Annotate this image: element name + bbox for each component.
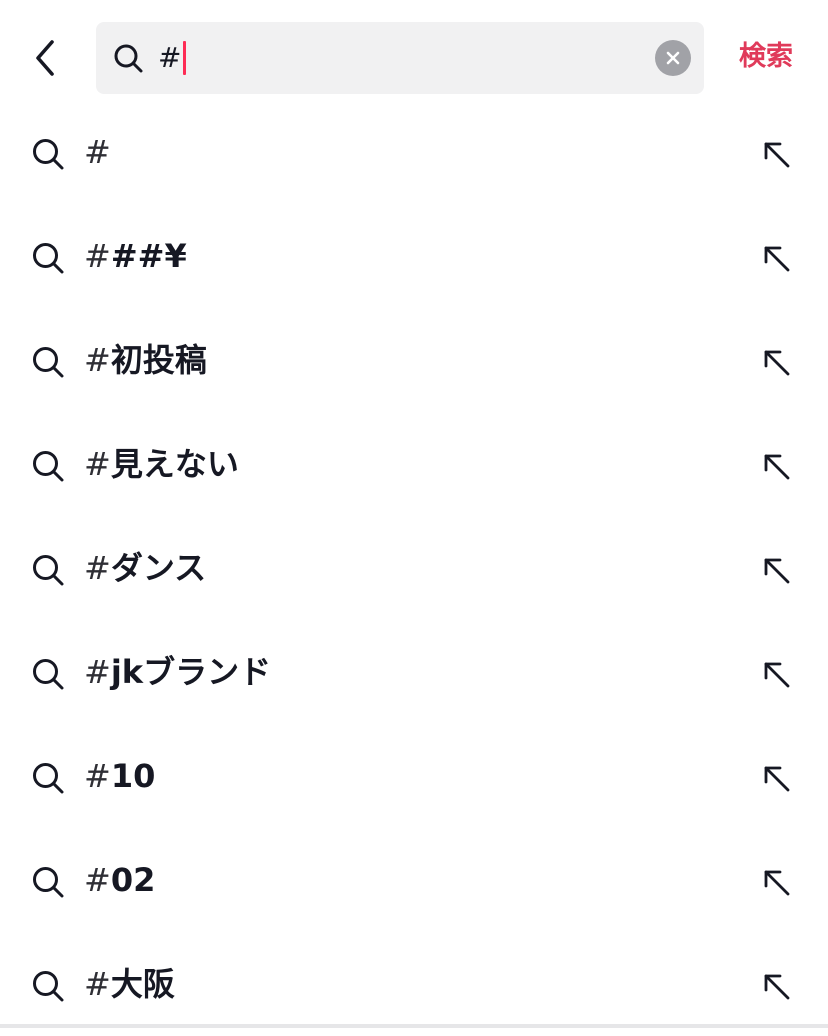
suggestion-text: # 大阪 — [84, 962, 175, 1006]
search-icon — [114, 44, 143, 73]
arrow-up-left-icon — [764, 974, 790, 1000]
suggestion-item[interactable]: # — [0, 100, 828, 204]
arrow-up-left-icon — [764, 350, 790, 376]
suggestion-hash: # — [84, 341, 111, 379]
search-submit-button[interactable]: 検索 — [726, 36, 806, 78]
search-icon — [33, 555, 64, 586]
suggestion-label: 見えない — [110, 445, 239, 483]
search-icon — [33, 867, 64, 898]
fill-query-button[interactable] — [756, 758, 796, 798]
arrow-up-left-icon — [764, 766, 790, 792]
fill-query-button[interactable] — [756, 966, 796, 1006]
suggestion-label: 10 — [110, 757, 156, 795]
search-icon — [33, 347, 64, 378]
suggestion-hash: # — [84, 653, 111, 691]
suggestion-hash: # — [84, 965, 111, 1003]
suggestion-text: # ダンス — [84, 546, 206, 590]
suggestion-hash: # — [84, 549, 111, 587]
suggestion-hash: # — [84, 861, 111, 899]
arrow-up-left-icon — [764, 662, 790, 688]
fill-query-button[interactable] — [756, 238, 796, 278]
suggestion-text: #10 — [84, 754, 155, 798]
suggestion-hash: # — [84, 237, 111, 275]
suggestion-item[interactable]: #10 — [0, 724, 828, 828]
suggestion-item[interactable]: # ##¥ — [0, 204, 828, 308]
fill-query-button[interactable] — [756, 654, 796, 694]
suggestion-label: jkブランド — [110, 653, 272, 691]
search-icon — [33, 451, 64, 482]
suggestion-item[interactable]: # ダンス — [0, 516, 828, 620]
back-button[interactable] — [22, 34, 70, 82]
arrow-up-left-icon — [764, 558, 790, 584]
search-input[interactable]: # — [96, 22, 704, 94]
fill-query-button[interactable] — [756, 342, 796, 382]
search-icon — [33, 971, 64, 1002]
arrow-up-left-icon — [764, 870, 790, 896]
suggestion-label: 02 — [110, 861, 156, 899]
arrow-up-left-icon — [764, 454, 790, 480]
close-icon — [666, 51, 680, 65]
suggestion-hash: # — [84, 133, 111, 171]
search-icon — [33, 243, 64, 274]
suggestion-text: #02 — [84, 858, 155, 902]
fill-query-button[interactable] — [756, 446, 796, 486]
suggestion-text: # 見えない — [84, 442, 239, 486]
arrow-up-left-icon — [764, 142, 790, 168]
suggestion-label: ダンス — [110, 549, 207, 587]
fill-query-button[interactable] — [756, 550, 796, 590]
suggestion-label: 大阪 — [110, 965, 175, 1003]
suggestion-hash: # — [84, 445, 111, 483]
suggestion-text: # — [84, 130, 111, 174]
suggestion-item[interactable]: # 初投稿 — [0, 308, 828, 412]
clear-search-button[interactable] — [655, 40, 691, 76]
suggestion-label: 初投稿 — [110, 341, 207, 379]
fill-query-button[interactable] — [756, 862, 796, 902]
search-query-text: # — [158, 41, 182, 74]
suggestion-label: ##¥ — [110, 237, 187, 275]
suggestion-text: # jkブランド — [84, 650, 271, 694]
suggestion-item[interactable]: # 大阪 — [0, 932, 828, 1036]
suggestion-text: # ##¥ — [84, 234, 187, 278]
search-icon — [33, 659, 64, 690]
suggestion-text: # 初投稿 — [84, 338, 207, 382]
text-cursor — [183, 41, 187, 75]
arrow-up-left-icon — [764, 246, 790, 272]
fill-query-button[interactable] — [756, 134, 796, 174]
suggestion-list: # # ##¥ # 初投稿 # 見えない # ダンス # jkブランド #10 #02 # 大阪 — [0, 100, 828, 1036]
chevron-left-icon — [36, 40, 54, 76]
search-field-value[interactable]: # — [158, 39, 187, 77]
bottom-divider — [0, 1024, 828, 1028]
suggestion-item[interactable]: #02 — [0, 828, 828, 932]
suggestion-hash: # — [84, 757, 111, 795]
suggestion-item[interactable]: # 見えない — [0, 412, 828, 516]
suggestion-item[interactable]: # jkブランド — [0, 620, 828, 724]
search-icon — [33, 139, 64, 170]
search-icon — [33, 763, 64, 794]
